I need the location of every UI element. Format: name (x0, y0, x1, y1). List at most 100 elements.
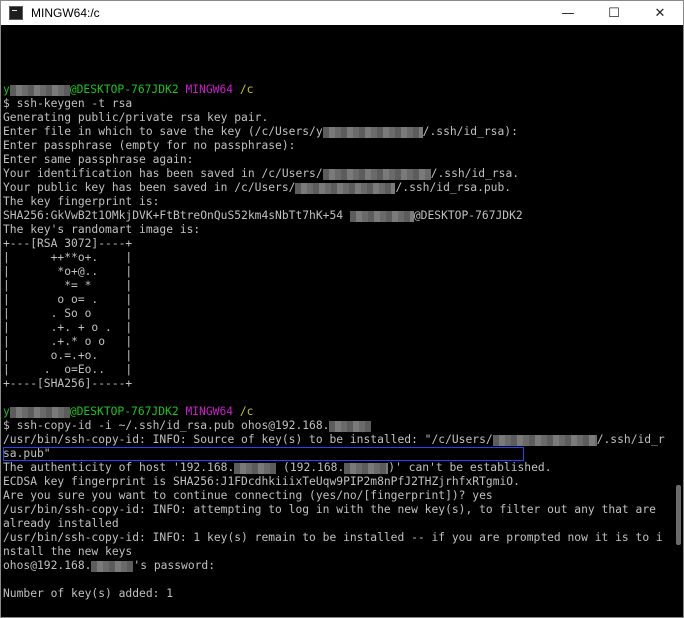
terminal-text: | ++**o+. | (3, 251, 133, 264)
terminal-text: ohos@192.168. (3, 559, 92, 572)
terminal-line: Are you sure you want to continue connec… (3, 489, 671, 503)
terminal-line: Enter passphrase (empty for no passphras… (3, 139, 671, 153)
terminal-text: +---[RSA 3072]----+ (3, 237, 133, 250)
terminal-text: /.ssh/id_r (596, 433, 665, 446)
terminal-text: /.ssh/id_rsa): (422, 125, 518, 138)
minimize-button[interactable]: — (545, 1, 591, 25)
terminal-line: The authenticity of host '192.168. (192.… (3, 461, 671, 475)
terminal-text: already installed (3, 517, 119, 530)
terminal-text: SHA256:GkVwB2t1OMkjDVK+FtBtreOnQuS52km4s… (3, 209, 350, 222)
terminal-text: ECDSA key fingerprint is SHA256:J1FDcdhk… (3, 475, 520, 488)
terminal-text: The authenticity of host '192.168. (3, 461, 235, 474)
terminal-text: Are you sure you want to continue connec… (3, 489, 493, 502)
terminal-line: sa.pub" (3, 447, 671, 461)
terminal-line: | .+.* o o | (3, 335, 671, 349)
terminal-text: /c (239, 405, 254, 418)
terminal-text: Generating public/private rsa key pair. (3, 111, 269, 124)
title-bar[interactable]: MINGW64:/c — ☐ ✕ (1, 1, 683, 25)
terminal-line: +---[RSA 3072]----+ (3, 237, 671, 251)
terminal-text: /usr/bin/ssh-copy-id: INFO: 1 key(s) rem… (3, 531, 663, 544)
terminal-line: ECDSA key fingerprint is SHA256:J1FDcdhk… (3, 475, 671, 489)
maximize-button[interactable]: ☐ (591, 1, 637, 25)
terminal-line: already installed (3, 517, 671, 531)
terminal-line: SHA256:GkVwB2t1OMkjDVK+FtBtreOnQuS52km4s… (3, 209, 671, 223)
terminal-line: | o o= . | (3, 293, 671, 307)
redacted-text (234, 463, 277, 474)
redacted-text (344, 463, 389, 474)
terminal-line: +----[SHA256]-----+ (3, 377, 671, 391)
window-controls: — ☐ ✕ (545, 1, 683, 25)
terminal-line: Your identification has been saved in /c… (3, 167, 671, 181)
terminal-text: y (3, 405, 10, 418)
terminal-text: Your public key has been saved in /c/Use… (3, 181, 296, 194)
terminal-text: Number of key(s) added: 1 (3, 587, 174, 600)
terminal-text: nstall the new keys (3, 545, 133, 558)
terminal-line: | . o=Eo.. | (3, 363, 671, 377)
terminal-line: /usr/bin/ssh-copy-id: INFO: 1 key(s) rem… (3, 531, 671, 545)
terminal-line: | o.=.+o. | (3, 349, 671, 363)
terminal-line: | *= * | (3, 279, 671, 293)
redacted-text (9, 407, 70, 418)
terminal-line: y @DESKTOP-767JDK2 MINGW64 /c (3, 83, 671, 97)
terminal-text: /c (239, 83, 254, 96)
terminal-line: | ++**o+. | (3, 251, 671, 265)
terminal-text: The key fingerprint is: (3, 195, 160, 208)
redacted-text (349, 211, 414, 222)
scrollbar[interactable] (671, 25, 683, 617)
redacted-text (329, 421, 372, 432)
redacted-text (91, 561, 134, 572)
terminal-line: Your public key has been saved in /c/Use… (3, 181, 671, 195)
terminal-text: Your identification has been saved in /c… (3, 167, 323, 180)
redacted-text (322, 169, 431, 180)
terminal-line: $ ssh-copy-id -i ~/.ssh/id_rsa.pub ohos@… (3, 419, 671, 433)
terminal-text: | o.=.+o. | (3, 349, 133, 362)
terminal-text: | *o+@.. | (3, 265, 133, 278)
terminal-text: @DESKTOP-767JDK2 (69, 83, 186, 96)
terminal-text: | . So o | (3, 307, 133, 320)
terminal-text: Enter same passphrase again: (3, 153, 194, 166)
terminal-line: The key's randomart image is: (3, 223, 671, 237)
terminal-line: nstall the new keys (3, 545, 671, 559)
terminal-text: +----[SHA256]-----+ (3, 377, 133, 390)
redacted-text (492, 435, 597, 446)
redacted-text (322, 127, 423, 138)
terminal-line: y @DESKTOP-767JDK2 MINGW64 /c (3, 405, 671, 419)
terminal-text: @DESKTOP-767JDK2 (413, 209, 523, 222)
terminal-text: | . o=Eo.. | (3, 363, 133, 376)
terminal-line: The key fingerprint is: (3, 195, 671, 209)
terminal-text: The key's randomart image is: (3, 223, 201, 236)
terminal-text: y (3, 83, 10, 96)
redacted-text (9, 85, 70, 96)
terminal-text: 's password: (133, 559, 216, 572)
terminal-text: $ ssh-keygen -t rsa (3, 97, 133, 110)
terminal-line: $ ssh-keygen -t rsa (3, 97, 671, 111)
terminal-line: | .+. + o . | (3, 321, 671, 335)
terminal-text: MINGW64 (185, 83, 240, 96)
terminal-text: sa.pub" (3, 447, 51, 460)
terminal-line: /usr/bin/ssh-copy-id: INFO: attempting t… (3, 503, 671, 517)
terminal-text: /usr/bin/ssh-copy-id: INFO: Source of ke… (3, 433, 493, 446)
window-title: MINGW64:/c (31, 6, 100, 20)
terminal-text: Enter passphrase (empty for no passphras… (3, 139, 296, 152)
close-button[interactable]: ✕ (637, 1, 683, 25)
terminal-text: /usr/bin/ssh-copy-id: INFO: attempting t… (3, 503, 656, 516)
terminal-text: Enter file in which to save the key (/c/… (3, 125, 323, 138)
terminal-app-icon (9, 6, 23, 20)
terminal-line: Enter same passphrase again: (3, 153, 671, 167)
redacted-text (295, 183, 396, 194)
terminal-line: Generating public/private rsa key pair. (3, 111, 671, 125)
terminal-line: | . So o | (3, 307, 671, 321)
terminal-text: MINGW64 (185, 405, 240, 418)
terminal-text: )' can't be established. (388, 461, 552, 474)
terminal-line: Enter file in which to save the key (/c/… (3, 125, 671, 139)
terminal-text: | .+.* o o | (3, 335, 133, 348)
terminal-text: /.ssh/id_rsa.pub. (395, 181, 512, 194)
terminal-text: @DESKTOP-767JDK2 (69, 405, 186, 418)
terminal-text: (192.168. (276, 461, 345, 474)
terminal-text: /.ssh/id_rsa. (430, 167, 520, 180)
terminal-output[interactable]: y @DESKTOP-767JDK2 MINGW64 /c $ ssh-keygen… (3, 41, 671, 613)
terminal-text: | o o= . | (3, 293, 133, 306)
scrollbar-thumb[interactable] (676, 485, 681, 545)
